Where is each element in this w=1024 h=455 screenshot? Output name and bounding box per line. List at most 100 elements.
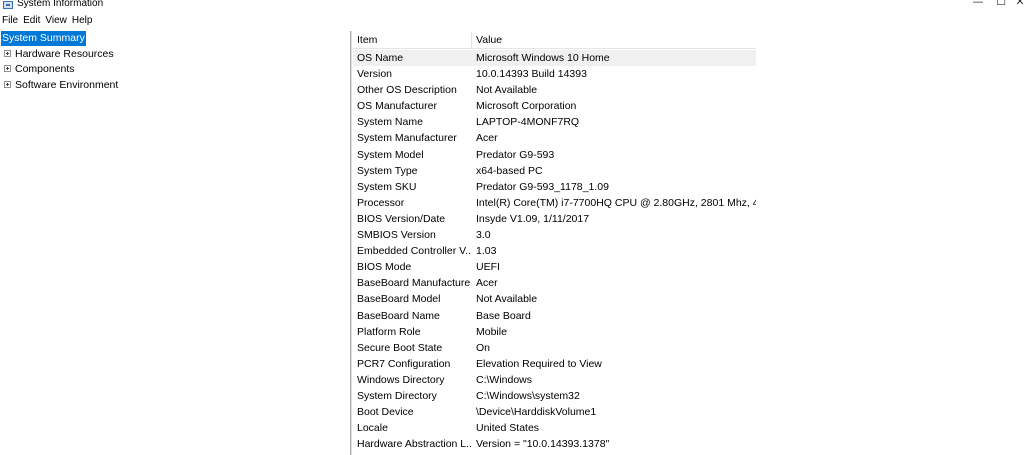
- table-row[interactable]: PCR7 Configuration Elevation Required to …: [353, 356, 756, 372]
- menu-help[interactable]: Help: [70, 13, 96, 29]
- row-value-cell: Microsoft Corporation: [476, 100, 577, 113]
- pane-splitter[interactable]: [350, 31, 352, 455]
- row-item-cell: PCR7 Configuration: [357, 357, 451, 370]
- row-value-cell: C:\Windows: [476, 373, 533, 386]
- row-item-cell: System Name: [357, 116, 423, 129]
- table-row[interactable]: Platform Role Mobile: [353, 324, 756, 340]
- table-row[interactable]: BIOS Mode UEFI: [353, 259, 756, 275]
- column-header-value[interactable]: Value: [472, 32, 756, 49]
- menu-file[interactable]: File: [0, 13, 21, 29]
- row-value-cell: Insyde V1.09, 1/11/2017: [476, 212, 590, 225]
- row-item-cell: BaseBoard Manufacturer: [357, 277, 471, 290]
- table-row[interactable]: BaseBoard Manufacturer Acer: [353, 275, 756, 291]
- row-value-cell: On: [476, 341, 491, 354]
- table-row[interactable]: System Manufacturer Acer: [353, 130, 756, 146]
- row-item-cell: System Manufacturer: [357, 132, 457, 145]
- row-value-cell: x64-based PC: [476, 164, 543, 177]
- row-item-cell: BIOS Mode: [357, 261, 412, 274]
- table-row[interactable]: OS Name Microsoft Windows 10 Home: [353, 50, 756, 67]
- row-item-cell: BaseBoard Model: [357, 293, 441, 306]
- table-row[interactable]: BIOS Version/Date Insyde V1.09, 1/11/2017: [353, 211, 756, 227]
- table-row[interactable]: Embedded Controller V... 1.03: [353, 243, 756, 259]
- table-row[interactable]: System SKU Predator G9-593_1178_1.09: [353, 179, 756, 195]
- tree-item-label: Software Environment: [15, 78, 119, 91]
- menu-view[interactable]: View: [43, 13, 70, 29]
- table-row[interactable]: System Directory C:\Windows\system32: [353, 388, 756, 404]
- window-title: System Information: [17, 0, 104, 9]
- row-value-cell: 1.03: [476, 245, 497, 258]
- row-value-cell: Acer: [476, 277, 498, 290]
- row-value-cell: Intel(R) Core(TM) i7-7700HQ CPU @ 2.80GH…: [476, 196, 756, 209]
- table-row[interactable]: Other OS Description Not Available: [353, 82, 756, 98]
- tree-item-software-environment[interactable]: Software Environment: [0, 78, 350, 94]
- tree-item-components[interactable]: Components: [0, 62, 350, 78]
- table-row[interactable]: Processor Intel(R) Core(TM) i7-7700HQ CPU…: [353, 195, 756, 211]
- row-value-cell: 10.0.14393 Build 14393: [476, 68, 587, 81]
- details-list[interactable]: Item Value OS Name Microsoft Windows 10 H…: [353, 32, 1024, 455]
- minimize-button[interactable]: —: [968, 0, 988, 9]
- row-item-cell: Platform Role: [357, 325, 421, 338]
- maximize-button[interactable]: ☐: [991, 0, 1011, 9]
- list-rows: OS Name Microsoft Windows 10 Home Version 1…: [353, 50, 756, 452]
- column-header-item[interactable]: Item: [353, 32, 472, 49]
- table-row[interactable]: System Type x64-based PC: [353, 163, 756, 179]
- title-bar[interactable]: System Information — ☐ ✕: [0, 0, 1024, 12]
- tree-item-hardware-resources[interactable]: Hardware Resources: [0, 47, 350, 63]
- row-item-cell: Version: [357, 68, 393, 81]
- row-item-cell: Locale: [357, 422, 388, 435]
- row-item-cell: System Directory: [357, 389, 437, 402]
- row-value-cell: Version = "10.0.14393.1378": [476, 438, 610, 451]
- row-item-cell: BaseBoard Name: [357, 309, 440, 322]
- table-row[interactable]: BaseBoard Name Base Board: [353, 308, 756, 324]
- row-value-cell: United States: [476, 422, 540, 435]
- row-item-cell: Embedded Controller V...: [357, 245, 471, 258]
- row-item-cell: OS Name: [357, 52, 404, 64]
- close-button[interactable]: ✕: [1010, 0, 1024, 9]
- table-row[interactable]: Locale United States: [353, 420, 756, 436]
- row-item-cell: System Model: [357, 148, 424, 161]
- row-value-cell: C:\Windows\system32: [476, 389, 580, 402]
- menu-edit[interactable]: Edit: [21, 13, 43, 29]
- row-item-cell: System Type: [357, 164, 418, 177]
- row-value-cell: UEFI: [476, 261, 500, 274]
- tree-item-label: Hardware Resources: [15, 47, 114, 60]
- row-item-cell: Hardware Abstraction L...: [357, 438, 471, 451]
- table-row[interactable]: Secure Boot State On: [353, 340, 756, 356]
- tree-item-label: Components: [15, 63, 75, 75]
- table-row[interactable]: OS Manufacturer Microsoft Corporation: [353, 98, 756, 114]
- list-header: Item Value: [353, 32, 756, 49]
- row-value-cell: Not Available: [476, 293, 538, 306]
- row-value-cell: Elevation Required to View: [476, 357, 602, 370]
- row-value-cell: Predator G9-593: [476, 148, 555, 161]
- table-row[interactable]: System Model Predator G9-593: [353, 147, 756, 163]
- row-item-cell: Secure Boot State: [357, 341, 443, 354]
- row-item-cell: Windows Directory: [357, 373, 445, 386]
- expand-icon[interactable]: [4, 80, 11, 88]
- row-item-cell: BIOS Version/Date: [357, 212, 446, 225]
- expand-icon[interactable]: [4, 49, 11, 57]
- row-value-cell: Acer: [476, 132, 498, 145]
- menu-bar: File Edit View Help: [0, 13, 1024, 29]
- row-item-cell: OS Manufacturer: [357, 100, 437, 113]
- table-row[interactable]: Version 10.0.14393 Build 14393: [353, 66, 756, 82]
- row-value-cell: 3.0: [476, 229, 491, 242]
- row-value-cell: Not Available: [476, 84, 538, 97]
- row-item-cell: System SKU: [357, 180, 417, 193]
- table-row[interactable]: Windows Directory C:\Windows: [353, 372, 756, 388]
- table-row[interactable]: System Name LAPTOP-4MONF7RQ: [353, 114, 756, 130]
- table-row[interactable]: Boot Device \Device\HarddiskVolume1: [353, 404, 756, 420]
- row-value-cell: Mobile: [476, 325, 507, 338]
- row-value-cell: Predator G9-593_1178_1.09: [476, 180, 609, 193]
- expand-icon[interactable]: [4, 65, 11, 72]
- row-value-cell: LAPTOP-4MONF7RQ: [476, 116, 580, 129]
- tree-item-label: System Summary: [1, 31, 86, 46]
- category-tree[interactable]: System Summary Hardware Resources Compon…: [0, 31, 350, 455]
- row-item-cell: SMBIOS Version: [357, 229, 436, 242]
- table-row[interactable]: Hardware Abstraction L... Version = "10.0…: [353, 436, 756, 452]
- row-value-cell: Microsoft Windows 10 Home: [476, 52, 610, 64]
- row-item-cell: Other OS Description: [357, 84, 457, 97]
- tree-item-system-summary[interactable]: System Summary: [0, 31, 350, 47]
- table-row[interactable]: BaseBoard Model Not Available: [353, 291, 756, 307]
- table-row[interactable]: SMBIOS Version 3.0: [353, 227, 756, 243]
- row-item-cell: Processor: [357, 196, 405, 209]
